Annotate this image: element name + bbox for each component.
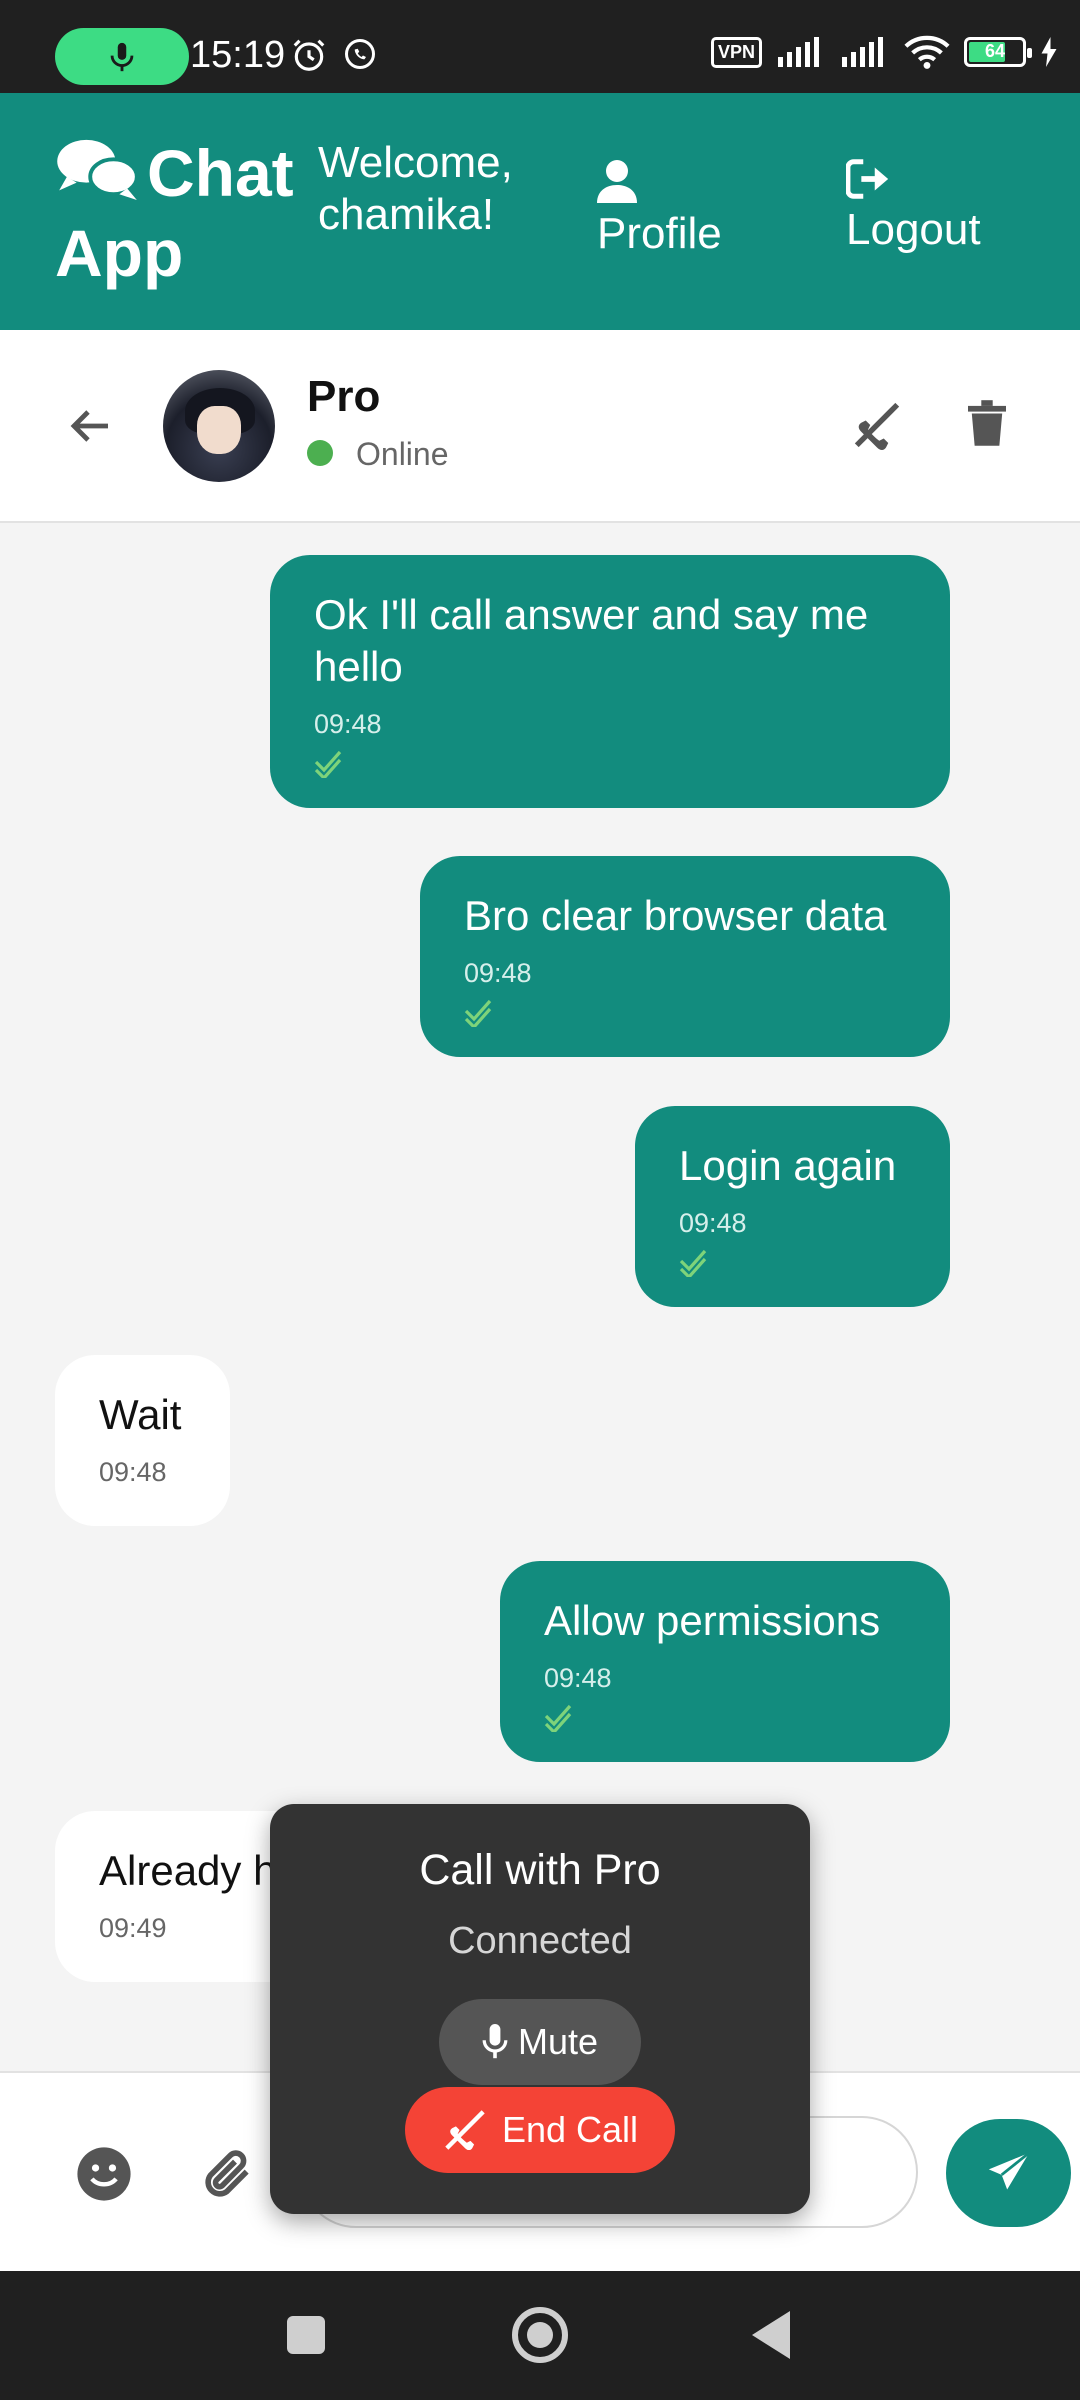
online-dot xyxy=(307,440,333,466)
mute-label: Mute xyxy=(517,2021,599,2062)
message-bubble[interactable]: Login again 09:48 xyxy=(635,1106,950,1307)
status-time: 15:19 xyxy=(190,34,286,76)
battery-icon: 64 xyxy=(964,37,1032,67)
logout-label: Logout xyxy=(846,205,981,254)
logout-icon xyxy=(846,159,889,199)
whatsapp-icon xyxy=(345,39,375,69)
emoji-icon[interactable] xyxy=(75,2145,133,2203)
call-end-icon xyxy=(445,2110,485,2150)
message-text: Login again xyxy=(679,1142,897,1189)
back-arrow-icon[interactable] xyxy=(70,408,110,444)
home-button[interactable] xyxy=(512,2307,568,2363)
message-time: 09:48 xyxy=(464,958,532,988)
paperclip-icon[interactable] xyxy=(200,2145,256,2203)
signal-icon xyxy=(778,37,819,67)
message-text: Bro clear browser data xyxy=(464,892,887,939)
send-button[interactable] xyxy=(946,2119,1071,2227)
mute-button[interactable]: Mute xyxy=(439,1999,641,2085)
welcome-text: Welcome, chamika! xyxy=(318,138,513,239)
chat-bubbles-icon xyxy=(57,139,139,201)
send-icon xyxy=(988,2151,1031,2190)
chat-header: Pro Online xyxy=(0,330,1080,523)
trash-icon[interactable] xyxy=(968,400,1006,446)
profile-link[interactable]: Profile xyxy=(597,159,722,259)
vpn-icon: VPN xyxy=(710,36,762,68)
signal-icon xyxy=(842,37,883,67)
app-brand[interactable]: Chat App xyxy=(55,133,305,293)
user-icon xyxy=(597,160,637,203)
message-bubble[interactable]: Ok I'll call answer and say me hello 09:… xyxy=(270,555,950,808)
status-bar: 15:19 VPN 64 xyxy=(0,0,1080,93)
system-nav-bar xyxy=(0,2271,1080,2400)
avatar[interactable] xyxy=(163,370,275,482)
mic-indicator xyxy=(55,28,189,85)
alarm-icon xyxy=(293,39,325,71)
call-panel: Call with Pro Connected Mute End Call xyxy=(270,1804,810,2214)
call-title: Call with Pro xyxy=(419,1846,661,1894)
profile-label: Profile xyxy=(597,209,722,258)
message-time: 09:48 xyxy=(99,1457,167,1487)
contact-status: Online xyxy=(356,436,449,472)
read-check-icon xyxy=(314,750,342,778)
read-check-icon xyxy=(544,1704,572,1732)
message-text: Wait xyxy=(99,1391,182,1438)
call-status: Connected xyxy=(448,1920,632,1962)
message-text: Allow permissions xyxy=(544,1597,881,1644)
read-check-icon xyxy=(464,999,492,1027)
message-bubble[interactable]: Wait 09:48 xyxy=(55,1355,230,1526)
contact-name: Pro xyxy=(307,372,381,421)
back-button[interactable] xyxy=(752,2311,790,2359)
read-check-icon xyxy=(679,1249,707,1277)
message-bubble[interactable]: Allow permissions 09:48 xyxy=(500,1561,950,1762)
message-time: 09:48 xyxy=(679,1208,747,1238)
message-time: 09:48 xyxy=(314,709,382,739)
message-text: Ok I'll call answer and say me hello xyxy=(314,591,869,690)
message-time: 09:48 xyxy=(544,1663,612,1693)
end-call-label: End Call xyxy=(501,2109,639,2150)
logout-link[interactable]: Logout xyxy=(846,159,981,255)
mic-icon xyxy=(110,42,134,72)
battery-level: 64 xyxy=(984,41,1006,61)
wifi-icon xyxy=(904,35,950,69)
message-bubble[interactable]: Bro clear browser data 09:48 xyxy=(420,856,950,1057)
call-end-icon[interactable] xyxy=(850,398,904,452)
app-header: Chat App Welcome, chamika! Profile Logou… xyxy=(0,93,1080,330)
recents-button[interactable] xyxy=(287,2316,325,2354)
charging-icon xyxy=(1041,37,1057,67)
end-call-button[interactable]: End Call xyxy=(405,2087,675,2173)
mic-icon xyxy=(482,2024,508,2059)
